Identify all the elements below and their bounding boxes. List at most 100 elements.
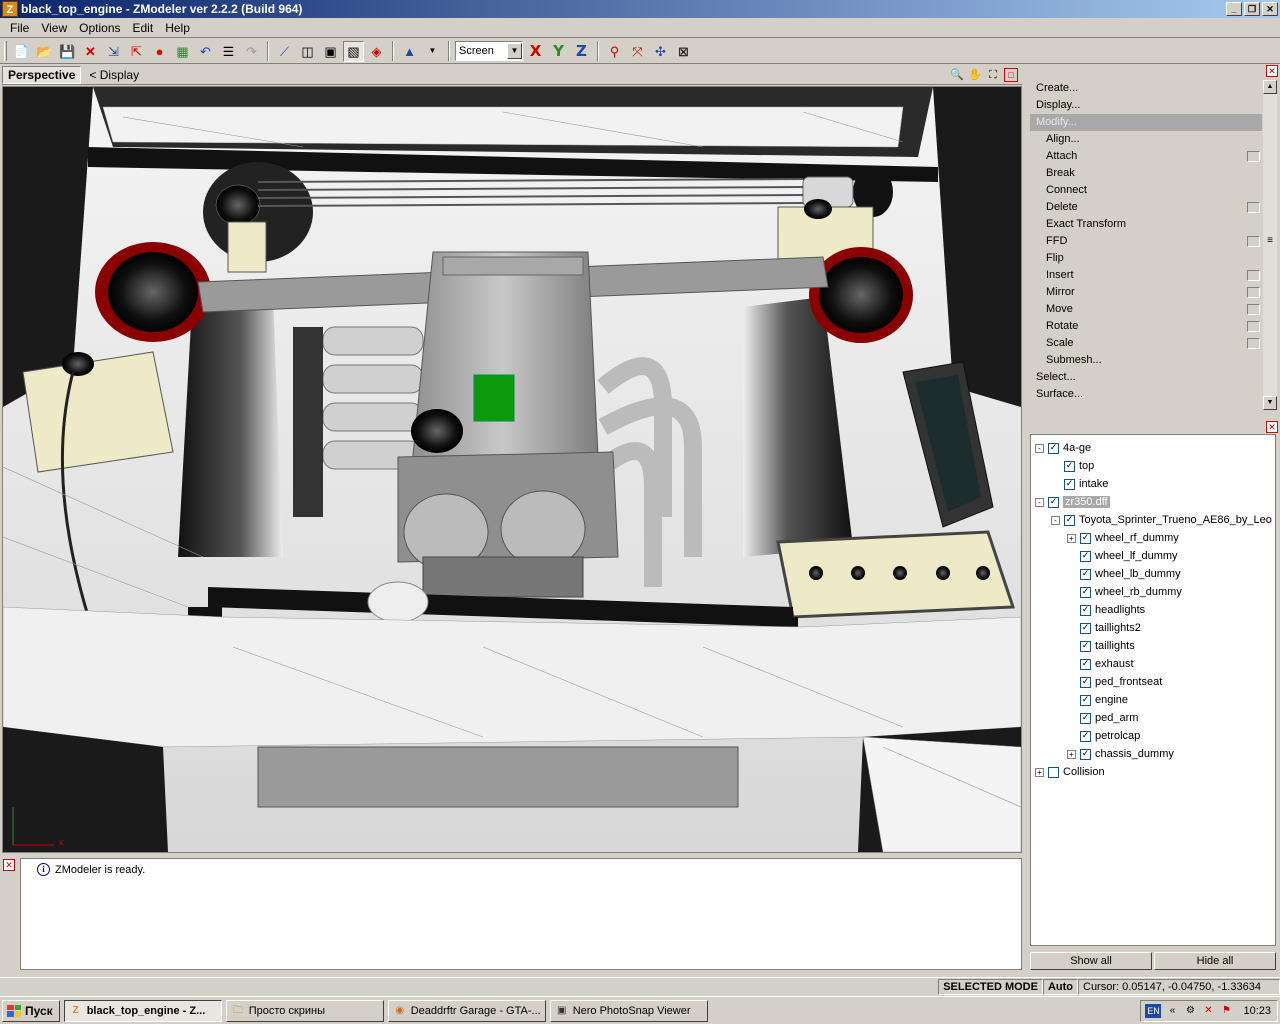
antivirus-icon[interactable]: ⚑ — [1219, 1004, 1233, 1018]
menu-view[interactable]: View — [35, 21, 73, 35]
coordinate-system-select[interactable]: Screen ▼ — [455, 41, 523, 61]
visibility-checkbox[interactable]: ✓ — [1064, 514, 1075, 526]
close-icon[interactable]: ✕ — [1266, 421, 1278, 433]
command-options-box[interactable] — [1247, 202, 1260, 213]
visibility-checkbox[interactable]: ✓ — [1064, 460, 1075, 472]
tree-node-exhaust[interactable]: ✓ exhaust — [1067, 655, 1134, 673]
tray-expand-icon[interactable]: « — [1165, 1004, 1179, 1018]
select-vertex-icon[interactable]: ⟋ — [274, 41, 295, 62]
export-icon[interactable]: ⇱ — [126, 41, 147, 62]
zoom-icon[interactable]: 🔍 — [950, 68, 964, 82]
start-button[interactable]: Пуск — [2, 999, 60, 1022]
command-select[interactable]: Select... — [1030, 369, 1262, 386]
select-face-icon[interactable]: ◫ — [297, 41, 318, 62]
command-display[interactable]: Display... — [1030, 97, 1262, 114]
menu-edit[interactable]: Edit — [127, 21, 160, 35]
visibility-checkbox[interactable]: ✓ — [1080, 586, 1091, 598]
tree-node-headlights[interactable]: ✓ headlights — [1067, 601, 1145, 619]
taskbar-task[interactable]: 🗀 Просто скрины — [225, 999, 384, 1022]
command-options-box[interactable] — [1247, 151, 1260, 162]
menu-options[interactable]: Options — [73, 21, 126, 35]
collapse-icon[interactable]: - — [1035, 497, 1044, 507]
command-connect[interactable]: Connect — [1030, 182, 1262, 199]
show-all-button[interactable]: Show all — [1030, 952, 1152, 970]
viewport-close-icon[interactable]: □ — [1004, 67, 1018, 82]
expand-icon[interactable]: + — [1067, 533, 1076, 543]
visibility-checkbox[interactable]: ✓ — [1048, 496, 1059, 508]
collapse-icon[interactable]: - — [1035, 443, 1044, 453]
command-rotate[interactable]: Rotate — [1030, 318, 1262, 335]
language-indicator[interactable]: EN — [1145, 1003, 1162, 1018]
close-button[interactable]: ✕ — [1262, 2, 1278, 16]
hide-all-button[interactable]: Hide all — [1154, 952, 1276, 970]
visibility-checkbox[interactable]: ✓ — [1080, 694, 1091, 706]
axis-z-toggle[interactable]: Z — [571, 41, 592, 62]
visibility-checkbox[interactable]: ✓ — [1080, 658, 1091, 670]
tree-node-wheel-rf-dummy[interactable]: + ✓ wheel_rf_dummy — [1067, 529, 1179, 547]
visibility-checkbox[interactable]: ✓ — [1080, 730, 1091, 742]
menu-help[interactable]: Help — [159, 21, 196, 35]
command-ffd[interactable]: FFD — [1030, 233, 1262, 250]
command-align[interactable]: Align... — [1030, 131, 1262, 148]
command-move[interactable]: Move — [1030, 301, 1262, 318]
scroll-up-icon[interactable]: ▲ — [1263, 80, 1277, 94]
material-icon[interactable]: ▦ — [172, 41, 193, 62]
command-panel-scrollbar[interactable]: ▲ ≡ ▼ — [1263, 80, 1277, 410]
command-modify[interactable]: Modify... — [1030, 114, 1262, 131]
tree-node-taillights[interactable]: ✓ taillights — [1067, 637, 1135, 655]
viewport-perspective-tab[interactable]: Perspective — [2, 65, 82, 84]
command-panel-close[interactable]: ✕ — [1266, 65, 1278, 77]
expand-icon[interactable]: + — [1067, 749, 1076, 759]
select-object-icon[interactable]: ▣ — [320, 41, 341, 62]
tray-app-icon[interactable]: ✕ — [1201, 1004, 1215, 1018]
select-mesh-icon[interactable]: ▧ — [343, 40, 364, 62]
tree-node-zr350-dff[interactable]: - ✓ zr350.dff — [1035, 493, 1110, 511]
tree-node-intake[interactable]: ✓ intake — [1051, 475, 1108, 493]
toolbar-grip[interactable] — [4, 41, 7, 61]
maximize-viewport-icon[interactable]: ⛶ — [986, 68, 1000, 82]
tree-node-wheel-rb-dummy[interactable]: ✓ wheel_rb_dummy — [1067, 583, 1182, 601]
close-icon[interactable]: ✕ — [1266, 65, 1278, 77]
tree-node-wheel-lb-dummy[interactable]: ✓ wheel_lb_dummy — [1067, 565, 1181, 583]
perspective-viewport[interactable]: x — [2, 86, 1022, 853]
delete-icon[interactable]: ✕ — [80, 41, 101, 62]
viewport-display-link[interactable]: < Display — [89, 68, 139, 82]
minimize-button[interactable]: _ — [1226, 2, 1242, 16]
tree-node-taillights2[interactable]: ✓ taillights2 — [1067, 619, 1141, 637]
scroll-thumb[interactable]: ≡ — [1263, 235, 1277, 255]
command-options-box[interactable] — [1247, 236, 1260, 247]
command-flip[interactable]: Flip — [1030, 250, 1262, 267]
visibility-checkbox[interactable]: ✓ — [1080, 748, 1091, 760]
move-gizmo-icon[interactable]: ⤧ — [627, 41, 648, 62]
taskbar-task[interactable]: Zblack_top_engine - Z... — [63, 999, 222, 1022]
command-exact-transform[interactable]: Exact Transform — [1030, 216, 1262, 233]
command-options-box[interactable] — [1247, 304, 1260, 315]
object-tree-close[interactable]: ✕ — [1266, 421, 1278, 433]
save-file-icon[interactable]: 💾 — [57, 41, 78, 62]
taskbar-task[interactable]: ◉ Deaddrftr Garage - GTA-... — [387, 999, 546, 1022]
command-options-box[interactable] — [1247, 270, 1260, 281]
pivot-icon[interactable]: ▲ — [399, 41, 420, 62]
visibility-checkbox[interactable]: ✓ — [1080, 676, 1091, 688]
expand-icon[interactable]: + — [1035, 767, 1044, 777]
select-box-icon[interactable]: ◈ — [366, 41, 387, 62]
tree-node-ped-arm[interactable]: ✓ ped_arm — [1067, 709, 1138, 727]
command-insert[interactable]: Insert — [1030, 267, 1262, 284]
pivot-dropdown-icon[interactable]: ▼ — [422, 41, 443, 62]
tree-node-wheel-lf-dummy[interactable]: ✓ wheel_lf_dummy — [1067, 547, 1178, 565]
tree-node-engine[interactable]: ✓ engine — [1067, 691, 1128, 709]
tree-node-collision[interactable]: + Collision — [1035, 763, 1105, 781]
status-auto[interactable]: Auto — [1042, 978, 1078, 995]
log-panel-close[interactable]: ✕ — [3, 859, 15, 871]
command-options-box[interactable] — [1247, 287, 1260, 298]
scroll-down-icon[interactable]: ▼ — [1263, 396, 1277, 410]
new-file-icon[interactable]: 📄 — [11, 41, 32, 62]
visibility-checkbox[interactable]: ✓ — [1080, 568, 1091, 580]
visibility-checkbox[interactable]: ✓ — [1080, 532, 1091, 544]
close-icon[interactable]: ✕ — [3, 859, 15, 871]
taskbar-task[interactable]: ▣ Nero PhotoSnap Viewer — [549, 999, 708, 1022]
command-delete[interactable]: Delete — [1030, 199, 1262, 216]
collapse-icon[interactable]: - — [1051, 515, 1060, 525]
tree-node-toyota-sprinter-trueno-ae86-by-leo[interactable]: - ✓ Toyota_Sprinter_Trueno_AE86_by_Leo — [1051, 511, 1272, 529]
snap-icon[interactable]: ⚲ — [604, 41, 625, 62]
